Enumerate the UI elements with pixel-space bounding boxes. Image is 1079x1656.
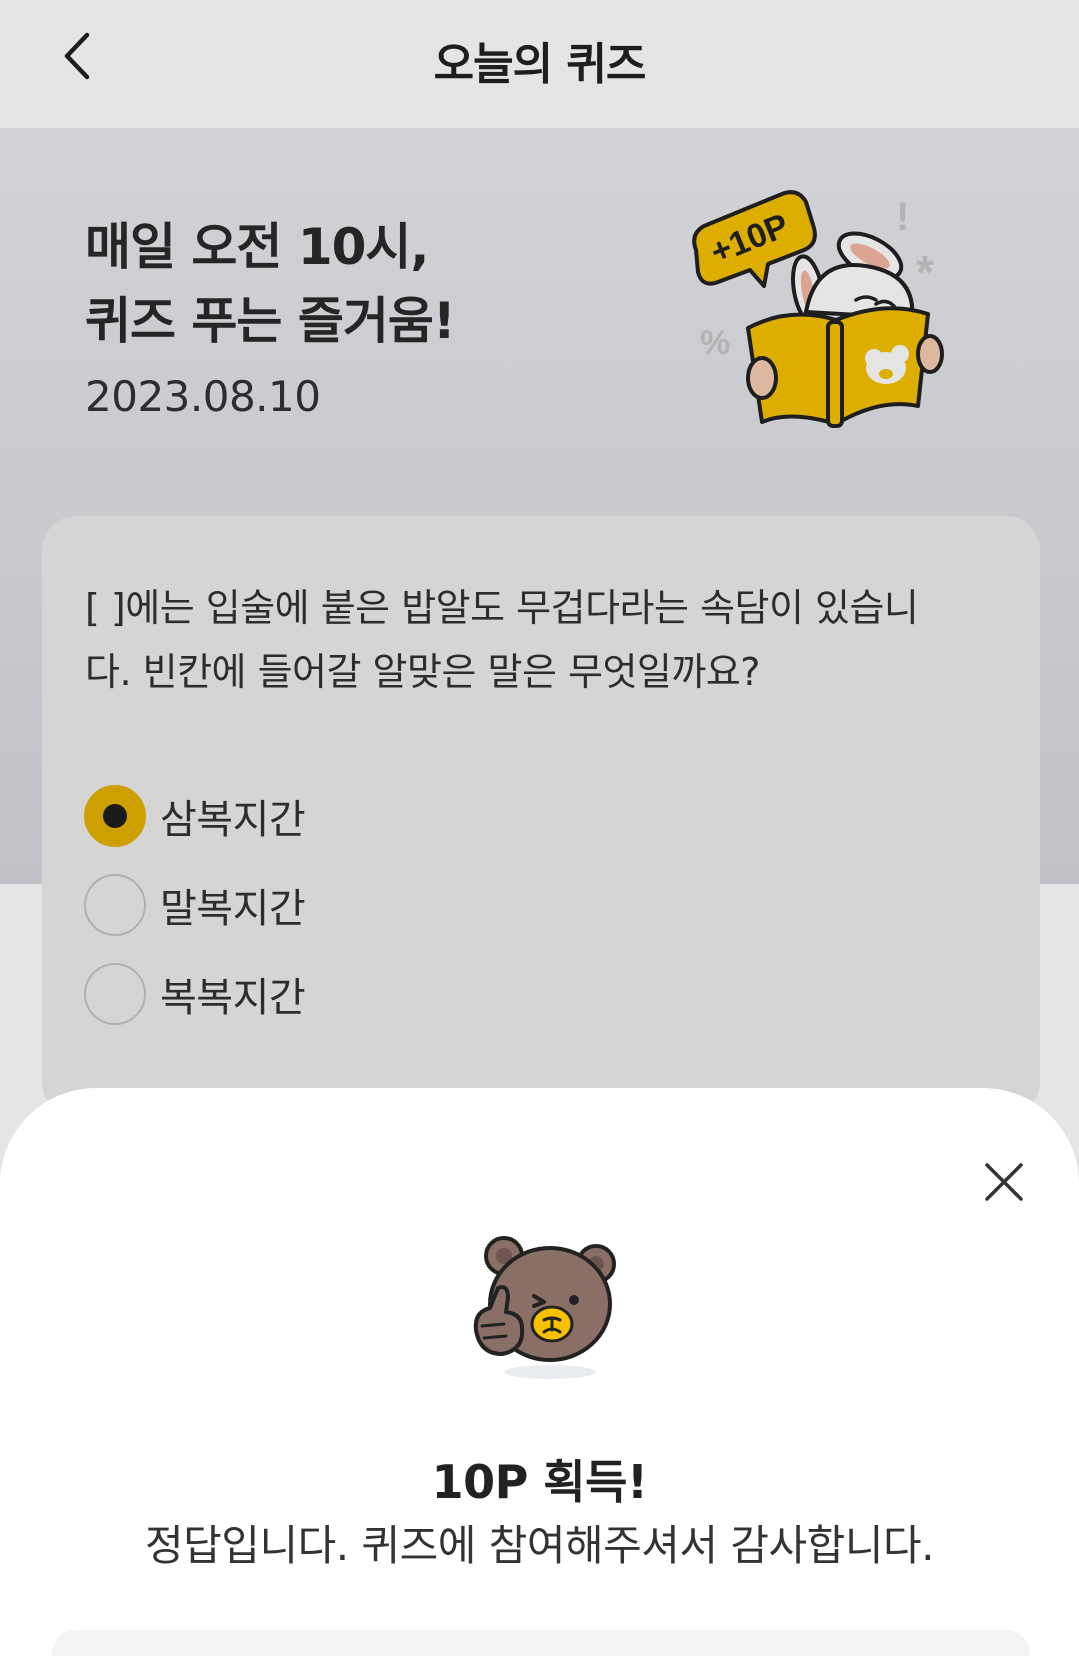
close-button[interactable] [978, 1156, 1030, 1208]
close-icon [985, 1163, 1023, 1201]
bottom-panel [52, 1630, 1030, 1656]
result-title: 10P 획득! [431, 1455, 648, 1509]
bear-thumbs-up-icon [473, 1236, 616, 1379]
result-message: 정답입니다. 퀴즈에 참여해주셔서 감사합니다. [145, 1521, 934, 1570]
